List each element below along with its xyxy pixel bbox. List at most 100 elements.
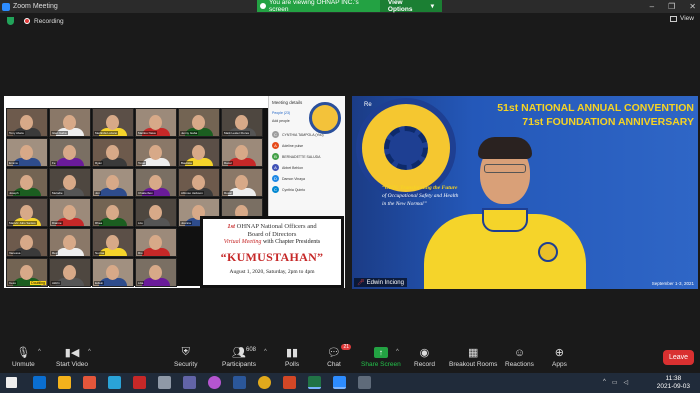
- participant-tile: Edwin: [92, 258, 134, 287]
- participant-name: Aldrin: [51, 281, 61, 285]
- share-screen-button[interactable]: ↑ Share Screen: [361, 347, 401, 368]
- speaker-video[interactable]: Re 51st NATIONAL ANNUAL CONVENTION 71st …: [352, 96, 698, 289]
- network-icon[interactable]: ▭: [612, 379, 618, 386]
- minimize-icon[interactable]: –: [650, 2, 654, 11]
- meeting-toolbar: 🎙︎ Unmute ^ ▮◀ Start Video ^ ⛨ Security …: [0, 343, 700, 375]
- person-name: CYNTHIA TAMPOLA (You): [282, 132, 324, 137]
- participant-tile: Rio: [135, 228, 177, 257]
- clock[interactable]: 11:38 2021-09-03: [657, 375, 690, 391]
- polls-icon: ▮▮: [285, 347, 299, 359]
- video-options-chevron-icon[interactable]: ^: [88, 349, 91, 355]
- participant-name: Ryan: [94, 161, 104, 165]
- word-icon[interactable]: [233, 376, 246, 389]
- record-button[interactable]: ◉ Record: [414, 347, 435, 368]
- participant-face: [235, 145, 248, 160]
- participant-tile: Racel: [221, 138, 263, 167]
- office-icon[interactable]: [83, 376, 96, 389]
- participant-tile: Dianne: [49, 198, 91, 227]
- participant-face: [63, 235, 76, 250]
- participant-tile: Mark Lester Flores: [221, 108, 263, 137]
- close-icon[interactable]: ✕: [689, 2, 696, 11]
- meeting-stage: Tony Abela Glen Gaba Merlinda Lozano Marilo…: [0, 96, 700, 289]
- banner-headline: “KUMUSTAHAN”: [220, 250, 324, 264]
- windows-taskbar: ^ ▭ ◁ 11:38 2021-09-03: [0, 373, 700, 393]
- tray-chevron-icon[interactable]: ^: [603, 379, 606, 386]
- participant-tile: Emma: [6, 138, 48, 167]
- convention-date: September 1-3, 2021: [651, 281, 694, 286]
- speaker-name-tag: 🎤︎ Edwin Inciong: [354, 278, 407, 287]
- viber-icon[interactable]: [208, 376, 221, 389]
- participant-name: Emma: [8, 161, 19, 165]
- participant-face: [106, 235, 119, 250]
- participant-tile: Marilou Nava: [135, 108, 177, 137]
- muted-microphone-icon: 🎙︎: [16, 347, 31, 359]
- speaker-collar: [482, 208, 528, 232]
- maximize-icon[interactable]: ❐: [668, 2, 675, 11]
- audio-options-chevron-icon[interactable]: ^: [38, 349, 41, 355]
- chat-button[interactable]: 💬︎ 21 Chat: [327, 344, 351, 368]
- view-options-button[interactable]: View Options ▾: [379, 0, 442, 13]
- clock-time: 11:38: [665, 375, 682, 382]
- share-options-chevron-icon[interactable]: ^: [396, 349, 399, 355]
- panel-person: D Damon Vinaya: [269, 173, 345, 184]
- speaker-person: [410, 134, 590, 289]
- banner-line3: with Chapter Presidents: [262, 239, 321, 245]
- participant-face: [106, 145, 119, 160]
- apps-button[interactable]: ⊕ Apps: [552, 347, 567, 368]
- participant-name: Jenny Gaba: [180, 131, 199, 135]
- participant-face: [20, 265, 33, 280]
- clock-date: 2021-09-03: [656, 383, 690, 390]
- start-video-button[interactable]: ▮◀ Start Video: [56, 347, 88, 368]
- security-button[interactable]: ⛨ Security: [174, 346, 197, 368]
- participant-face: [149, 265, 162, 280]
- participant-face: [149, 175, 162, 190]
- participants-chevron-icon[interactable]: ^: [264, 349, 267, 355]
- excel-icon[interactable]: [308, 376, 321, 389]
- view-button[interactable]: View: [670, 15, 694, 22]
- participant-name: Merlinda Lozano: [94, 131, 119, 135]
- record-icon: ◉: [419, 347, 430, 359]
- participant-name: Glen Gaba: [51, 131, 68, 135]
- volume-icon[interactable]: ◁: [624, 379, 629, 386]
- person-name: Cynthia Quinto: [282, 187, 306, 192]
- teams-icon[interactable]: [183, 376, 196, 389]
- reactions-button[interactable]: ☺ Reactions: [505, 347, 534, 369]
- chrome-icon[interactable]: [258, 376, 271, 389]
- acrobat-icon[interactable]: [133, 376, 146, 389]
- app-icon[interactable]: [108, 376, 121, 389]
- app-icon-3[interactable]: [358, 376, 371, 389]
- app-icon-2[interactable]: [158, 376, 171, 389]
- participant-face: [63, 265, 76, 280]
- participant-face: [192, 145, 205, 160]
- video-off-icon: ▮◀: [64, 347, 80, 359]
- zoom-taskbar-icon[interactable]: [333, 376, 346, 389]
- security-shield-icon[interactable]: [7, 17, 14, 25]
- participant-face: [106, 115, 119, 130]
- participant-tile: Alfonso Jackson: [178, 168, 220, 197]
- grid-icon: [670, 15, 678, 22]
- file-explorer-icon[interactable]: [58, 376, 71, 389]
- participant-tile: Lito: [135, 198, 177, 227]
- banner-line1: OHNAP National Officers and: [236, 223, 317, 230]
- leave-button[interactable]: Leave: [663, 350, 694, 365]
- participant-name: Chatterbox: [137, 191, 154, 195]
- participant-name: Jon: [94, 191, 101, 195]
- banner-ordinal: 1st: [227, 223, 235, 230]
- person-name: Damon Vinaya: [282, 176, 305, 181]
- participant-tile: Melodie: [49, 168, 91, 197]
- participant-tile: Aldrin: [49, 258, 91, 287]
- panel-person: A Adeline pulse: [269, 140, 345, 151]
- participant-name: Marivic Julio Santos: [8, 221, 37, 225]
- participant-name: Joanna: [180, 221, 192, 225]
- participant-name: Tonet: [137, 161, 147, 165]
- outlook-icon[interactable]: [33, 376, 46, 389]
- polls-button[interactable]: ▮▮ Polls: [285, 347, 299, 368]
- windows-start-icon[interactable]: [6, 377, 17, 388]
- powerpoint-icon[interactable]: [283, 376, 296, 389]
- shield-icon: ⛨: [181, 346, 190, 358]
- breakout-rooms-button[interactable]: ▦ Breakout Rooms: [449, 347, 497, 368]
- participant-name: Rio: [137, 251, 144, 255]
- participant-face: [106, 175, 119, 190]
- participant-tile: Tony Abela: [6, 108, 48, 137]
- unmute-button[interactable]: 🎙︎ Unmute: [12, 347, 35, 368]
